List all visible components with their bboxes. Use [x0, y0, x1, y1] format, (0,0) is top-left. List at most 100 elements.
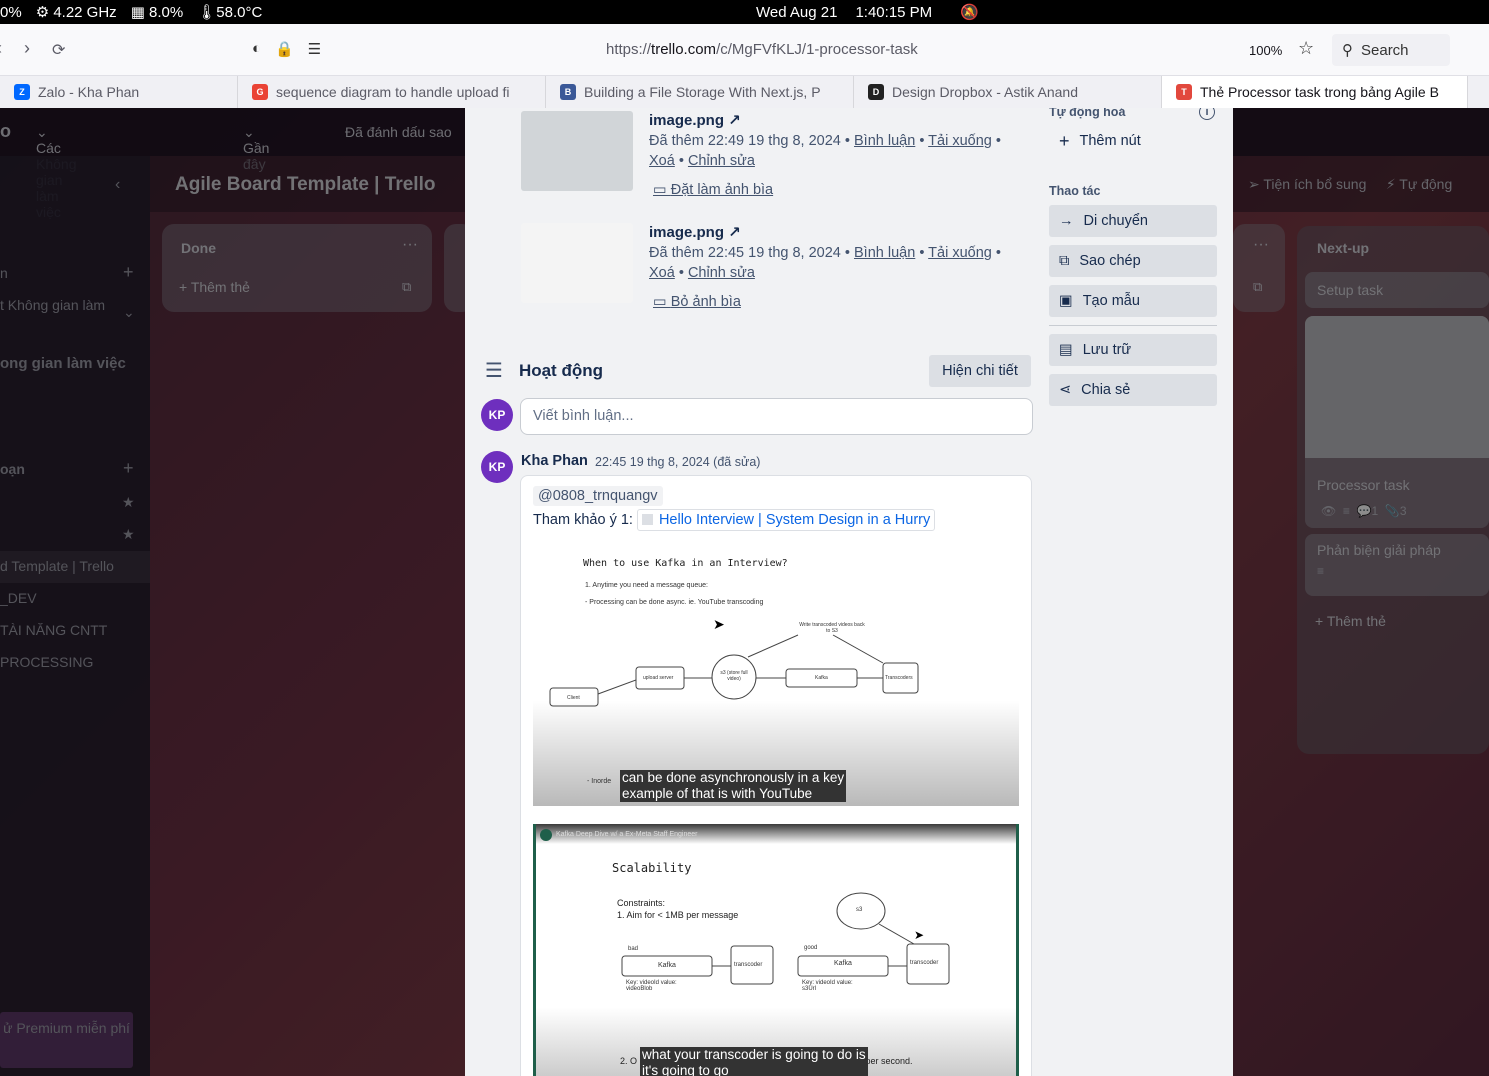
- diagram-text: Key: videoId value: videoBlob: [626, 980, 677, 992]
- attachment-thumbnail[interactable]: [521, 223, 633, 303]
- diagram-text: 2. O: [620, 1056, 638, 1066]
- browser-toolbar: ‹ › ⟳ ◐ 🔒 ☰ https://trello.com/c/MgFVfKL…: [0, 24, 1489, 76]
- attachment-download-link[interactable]: Tải xuống: [928, 245, 992, 261]
- reload-icon[interactable]: ⟳: [52, 40, 65, 60]
- comment-author[interactable]: Kha Phan: [521, 453, 588, 469]
- info-icon[interactable]: i: [1199, 108, 1215, 120]
- clock-time[interactable]: 1:40:15 PM: [855, 4, 932, 21]
- actions-heading: Thao tác: [1049, 184, 1101, 198]
- forward-icon[interactable]: ›: [24, 38, 30, 60]
- divider: [1049, 325, 1217, 326]
- automation-heading: Tự động hoá: [1049, 108, 1126, 119]
- notifications-muted-icon[interactable]: 🔕: [960, 3, 979, 21]
- remove-cover-button[interactable]: ▭ Bỏ ảnh bìa: [653, 294, 741, 310]
- diagram-text: bad: [628, 946, 639, 952]
- url-bar[interactable]: https://trello.com/c/MgFVfKLJ/1-processo…: [606, 41, 918, 58]
- diagram-node: Kafka: [658, 962, 676, 969]
- comment-image-kafka-interview[interactable]: When to use Kafka in an Interview? 1. An…: [533, 542, 1019, 806]
- scalability-diagram-sketch: [621, 892, 950, 985]
- permissions-icon[interactable]: ☰: [308, 40, 321, 58]
- diagram-node: upload server: [643, 675, 674, 681]
- attachment-thumbnail[interactable]: [521, 111, 633, 191]
- attachment-delete-link[interactable]: Xoá: [649, 265, 675, 281]
- diagram-node: Client: [567, 695, 580, 701]
- share-icon: ⋖: [1059, 382, 1072, 398]
- attachment-edit-link[interactable]: Chỉnh sửa: [688, 153, 755, 169]
- attachment-edit-link[interactable]: Chỉnh sửa: [688, 265, 755, 281]
- diagram-node: s3 (store full video): [720, 670, 748, 682]
- zoom-level[interactable]: 100%: [1249, 43, 1282, 58]
- video-caption: can be done asynchronously in a key examp…: [620, 770, 847, 802]
- comment-body: @0808_trnquangv Tham khảo ý 1: Hello Inte…: [520, 475, 1032, 1076]
- tab-file-storage-article[interactable]: B Building a File Storage With Next.js, …: [546, 76, 854, 108]
- comment-input[interactable]: Viết bình luận...: [520, 398, 1033, 435]
- reader-mode-icon[interactable]: ◐: [252, 40, 261, 58]
- diagram-text: 1. Anytime you need a message queue:: [585, 582, 708, 589]
- tab-design-dropbox[interactable]: D Design Dropbox - Astik Anand: [854, 76, 1162, 108]
- plus-icon: +: [1059, 130, 1070, 151]
- bookmark-star-icon[interactable]: ☆: [1298, 38, 1314, 59]
- tab-google-search[interactable]: G sequence diagram to handle upload fi: [238, 76, 546, 108]
- reference-link[interactable]: Hello Interview | System Design in a Hur…: [636, 509, 936, 531]
- search-box[interactable]: ⚲ Search: [1332, 34, 1450, 66]
- diagram-text: good: [804, 945, 818, 951]
- memory-usage: ▦ 8.0%: [130, 4, 184, 21]
- video-caption: what your transcoder is going to do is it…: [640, 1047, 868, 1076]
- search-icon: ⚲: [1342, 42, 1353, 59]
- diagram-node: Kafka: [834, 960, 852, 967]
- attachment-name[interactable]: image.png ↗: [649, 223, 741, 241]
- copy-icon: ⧉: [1059, 253, 1070, 269]
- diagram-text: Constraints:: [617, 898, 666, 908]
- tab-trello-card[interactable]: T Thẻ Processor task trong bảng Agile B: [1162, 76, 1468, 108]
- temperature: 🌡58.0°C: [197, 4, 263, 21]
- diagram-heading: When to use Kafka in an Interview?: [583, 558, 788, 569]
- diagram-node: Kafka: [815, 675, 828, 681]
- clock-date[interactable]: Wed Aug 21: [756, 4, 837, 21]
- diagram-node: Transcoders: [885, 675, 913, 681]
- copy-button[interactable]: ⧉ Sao chép: [1049, 245, 1217, 277]
- make-template-button[interactable]: ▣ Tạo mẫu: [1049, 285, 1217, 317]
- attachment-comment-link[interactable]: Bình luận: [854, 245, 915, 261]
- diagram-heading: Scalability: [612, 861, 692, 875]
- template-icon: ▣: [1059, 293, 1073, 309]
- move-button[interactable]: → Di chuyển: [1049, 205, 1217, 237]
- avatar[interactable]: KP: [481, 451, 513, 483]
- diagram-text: Write transcoded videos back to S3: [799, 622, 865, 634]
- card-detail-modal: image.png ↗ Đã thêm 22:49 19 thg 8, 2024…: [465, 108, 1233, 1076]
- show-details-button[interactable]: Hiện chi tiết: [929, 355, 1031, 387]
- attachment-meta: Đã thêm 22:45 19 thg 8, 2024 • Bình luận…: [649, 245, 1001, 281]
- activity-title: Hoạt động: [518, 360, 603, 380]
- cursor-icon: ➤: [914, 928, 925, 942]
- archive-icon: ▤: [1059, 342, 1073, 358]
- tab-zalo[interactable]: Z Zalo - Kha Phan: [0, 76, 238, 108]
- dropbox-article-favicon-icon: D: [868, 84, 884, 100]
- google-favicon-icon: G: [252, 84, 268, 100]
- tab-strip: Z Zalo - Kha Phan G sequence diagram to …: [0, 76, 1489, 108]
- diagram-text: 1. Aim for < 1MB per message: [617, 910, 739, 920]
- diagram-text: Key: videoId value: s3Url: [802, 980, 853, 992]
- cpu-frequency: ⚙ 4.22 GHz: [35, 4, 117, 21]
- comment-timestamp[interactable]: 22:45 19 thg 8, 2024 (đã sửa): [595, 455, 760, 469]
- lock-icon[interactable]: 🔒: [275, 40, 294, 58]
- back-icon[interactable]: ‹: [0, 38, 2, 60]
- activity-list-icon: ☰: [485, 360, 503, 382]
- zalo-favicon-icon: Z: [14, 84, 30, 100]
- attachment-delete-link[interactable]: Xoá: [649, 153, 675, 169]
- share-button[interactable]: ⋖ Chia sẻ: [1049, 374, 1217, 406]
- make-cover-button[interactable]: ▭ Đặt làm ảnh bìa: [653, 182, 773, 198]
- archive-button[interactable]: ▤ Lưu trữ: [1049, 334, 1217, 366]
- attachment-comment-link[interactable]: Bình luận: [854, 133, 915, 149]
- attachment-meta: Đã thêm 22:49 19 thg 8, 2024 • Bình luận…: [649, 133, 1001, 169]
- comment-image-kafka-scalability[interactable]: Kafka Deep Dive w/ a Ex-Meta Staff Engin…: [533, 824, 1019, 1076]
- user-mention[interactable]: @0808_trnquangv: [533, 486, 663, 506]
- attachment-download-link[interactable]: Tải xuống: [928, 133, 992, 149]
- diagram-node: s3: [856, 907, 863, 913]
- cursor-icon: ➤: [713, 616, 725, 632]
- avatar[interactable]: KP: [481, 399, 513, 431]
- activity-header: ☰ Hoạt động: [485, 358, 603, 383]
- trello-favicon-icon: T: [1176, 84, 1192, 100]
- cpu-usage: 0%: [0, 3, 22, 21]
- add-button[interactable]: + Thêm nút: [1049, 125, 1217, 157]
- attachment-name[interactable]: image.png ↗: [649, 111, 741, 129]
- diagram-text: - Processing can be done async. ie. YouT…: [585, 599, 764, 606]
